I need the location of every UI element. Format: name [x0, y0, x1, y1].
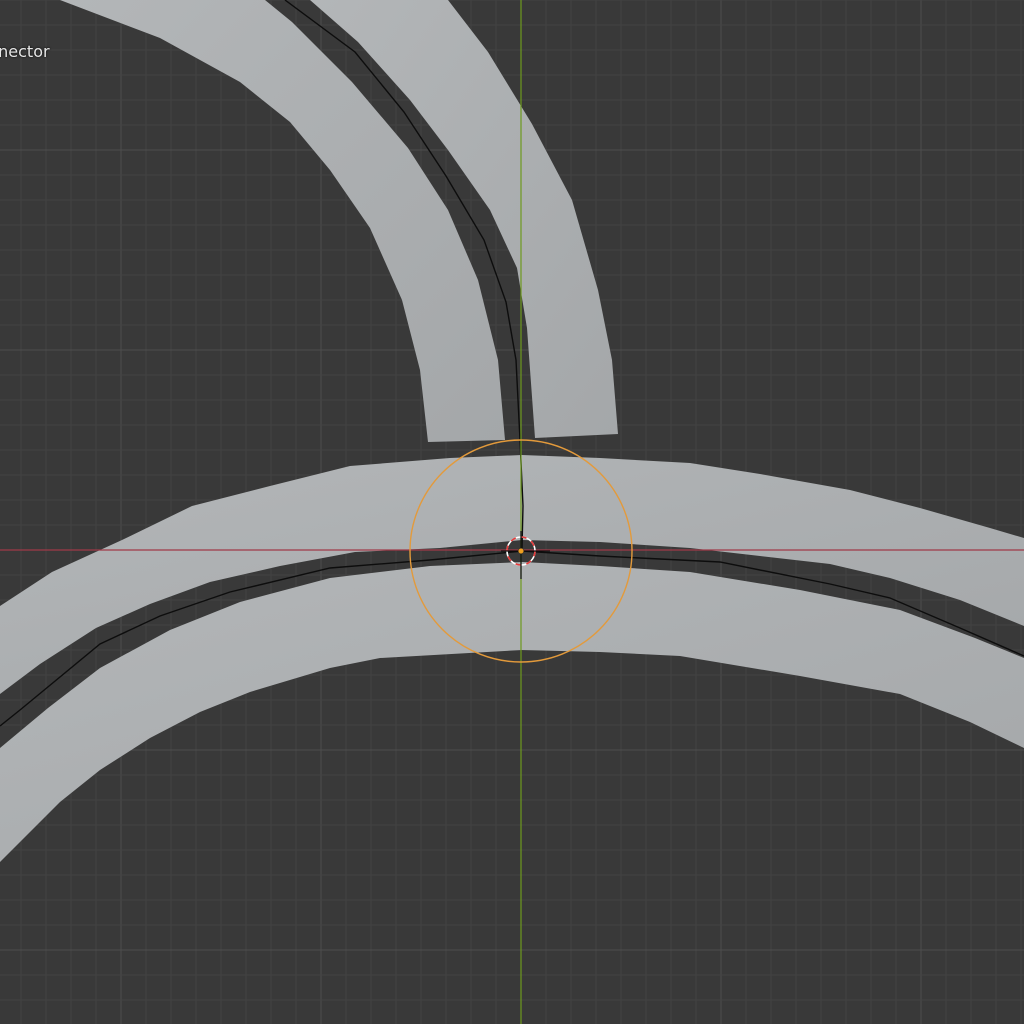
object-name-label: nnector	[0, 42, 50, 61]
origin-dot-icon	[517, 547, 525, 555]
viewport-scene[interactable]	[0, 0, 1024, 1024]
lower-arch-bottom-band[interactable]	[0, 562, 1024, 862]
3d-viewport[interactable]: nnector	[0, 0, 1024, 1024]
